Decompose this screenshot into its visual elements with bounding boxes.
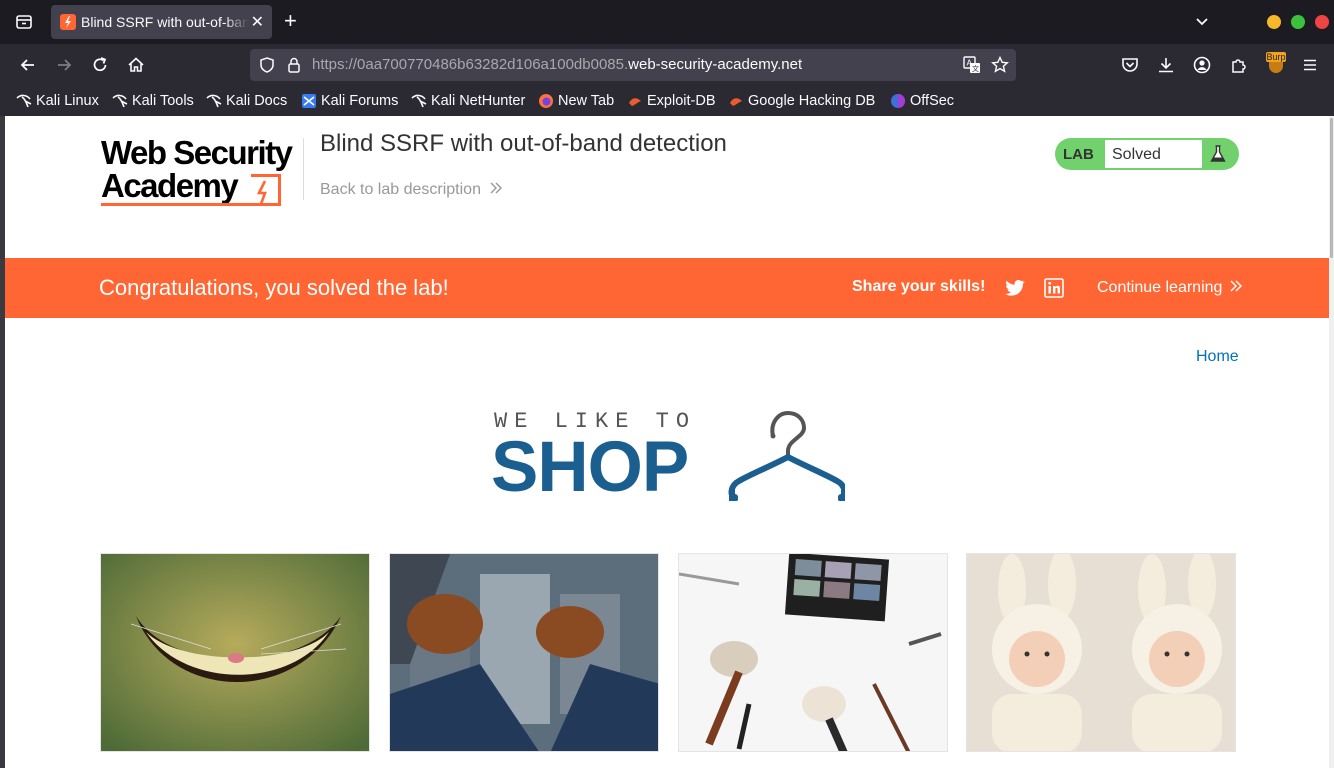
shop-logo-word: SHOP: [491, 428, 689, 507]
translate-icon[interactable]: A 文: [962, 55, 982, 75]
back-arrow-icon[interactable]: [18, 55, 38, 75]
kali-dragon-icon: [16, 94, 32, 108]
address-bar[interactable]: https://0aa700770486b63282d106a100db0085…: [250, 49, 1016, 81]
lab-title: Blind SSRF with out-of-band detection: [320, 130, 727, 157]
scrollbar-thumb[interactable]: [1330, 118, 1333, 258]
home-icon[interactable]: [126, 55, 146, 75]
double-chevron-right-icon: [1230, 280, 1242, 292]
bookmark-exploit-db[interactable]: Exploit-DB: [627, 92, 716, 110]
double-chevron-right-icon: [490, 182, 503, 194]
tracking-protection-shield-icon[interactable]: [258, 56, 276, 74]
babies-bunny-hoods-image: [967, 554, 1235, 751]
kali-dragon-icon: [206, 94, 222, 108]
lab-badge: LAB: [1063, 146, 1094, 163]
offsec-icon: [891, 94, 905, 108]
continue-learning-link[interactable]: Continue learning: [1097, 279, 1243, 297]
burp-extension-label: Burp: [1266, 52, 1286, 62]
linkedin-icon[interactable]: [1044, 278, 1064, 298]
congratulations-message: Congratulations, you solved the lab!: [99, 275, 449, 300]
downloads-icon[interactable]: [1156, 55, 1176, 75]
bookmark-kali-forums[interactable]: Kali Forums: [301, 92, 398, 110]
product-image-makeup-brushes[interactable]: [678, 553, 948, 752]
bookmarks-toolbar: Kali Linux Kali Tools Kali Docs Kali For…: [0, 86, 1334, 116]
bookmark-google-hacking-db[interactable]: Google Hacking DB: [728, 92, 875, 110]
pocket-icon[interactable]: [1120, 55, 1140, 75]
logo-lightning-box: [251, 174, 281, 206]
back-to-lab-description-link[interactable]: Back to lab description: [320, 181, 503, 199]
extensions-puzzle-icon[interactable]: [1229, 55, 1249, 75]
forward-arrow-icon[interactable]: [54, 55, 74, 75]
product-image-shoes-over-city[interactable]: [389, 553, 659, 752]
svg-text:文: 文: [972, 64, 979, 73]
logo-text-line2: Academy: [101, 167, 239, 204]
share-skills-label: Share your skills!: [852, 278, 986, 295]
cheshire-grin-image: [101, 554, 369, 751]
close-tab-icon[interactable]: ✕: [251, 12, 264, 32]
bookmark-kali-nethunter[interactable]: Kali NetHunter: [411, 92, 525, 110]
bookmark-kali-linux[interactable]: Kali Linux: [16, 92, 99, 110]
shoes-over-city-image: [390, 554, 658, 751]
navigation-toolbar: https://0aa700770486b63282d106a100db0085…: [0, 44, 1334, 86]
close-window-button[interactable]: [1315, 15, 1329, 29]
page-content: Web Security Academy Blind SSRF with out…: [5, 116, 1329, 768]
bookmark-offsec[interactable]: OffSec: [890, 92, 954, 110]
account-icon[interactable]: [1192, 55, 1212, 75]
kali-forums-icon: [302, 94, 316, 108]
lock-icon[interactable]: [286, 56, 302, 74]
new-tab-icon[interactable]: +: [284, 10, 297, 32]
firefox-icon: [539, 94, 553, 108]
bookmark-kali-tools[interactable]: Kali Tools: [112, 92, 194, 110]
makeup-brushes-image: [679, 554, 947, 751]
we-like-to-shop-logo: WE LIKE TO SHOP: [491, 406, 851, 507]
tab-bar: Blind SSRF with out-of-band detection ✕ …: [0, 0, 1334, 44]
flask-icon: [1210, 145, 1226, 162]
reload-icon[interactable]: [90, 55, 110, 75]
menu-hamburger-icon[interactable]: [1300, 55, 1320, 75]
kali-dragon-icon: [411, 94, 427, 108]
header-divider: [303, 138, 304, 200]
lab-status-value: Solved: [1104, 139, 1203, 169]
logo-text-line1: Web Security: [101, 134, 293, 171]
burp-extension-icon[interactable]: Burp: [1266, 52, 1286, 74]
bookmark-kali-docs[interactable]: Kali Docs: [206, 92, 287, 110]
minimize-button[interactable]: [1267, 15, 1281, 29]
maximize-button[interactable]: [1291, 15, 1305, 29]
tab-title: Blind SSRF with out-of-band detection: [81, 14, 249, 30]
kali-dragon-icon: [112, 94, 128, 108]
home-link[interactable]: Home: [1196, 348, 1239, 366]
bookmark-new-tab[interactable]: New Tab: [538, 92, 614, 110]
url-text[interactable]: https://0aa700770486b63282d106a100db0085…: [312, 56, 802, 73]
clothes-hanger-icon: [728, 410, 845, 501]
logo-underline: [101, 203, 263, 206]
exploit-db-icon: [730, 98, 742, 106]
product-image-babies-bunny-hoods[interactable]: [966, 553, 1236, 752]
browser-tab[interactable]: Blind SSRF with out-of-band detection ✕: [51, 5, 272, 39]
solved-banner: Congratulations, you solved the lab! Sha…: [5, 258, 1329, 318]
lab-status-widget: LAB Solved: [1055, 138, 1239, 170]
web-security-academy-logo[interactable]: Web Security Academy: [101, 136, 301, 208]
portswigger-favicon-icon: [60, 14, 76, 30]
tab-list-icon[interactable]: [14, 12, 34, 32]
product-image-cheshire-grin[interactable]: [100, 553, 370, 752]
lightning-icon: [256, 180, 267, 205]
bookmark-star-icon[interactable]: [990, 55, 1010, 75]
exploit-db-icon: [629, 98, 641, 106]
twitter-icon[interactable]: [1005, 279, 1025, 297]
chevron-down-icon[interactable]: [1194, 14, 1210, 30]
